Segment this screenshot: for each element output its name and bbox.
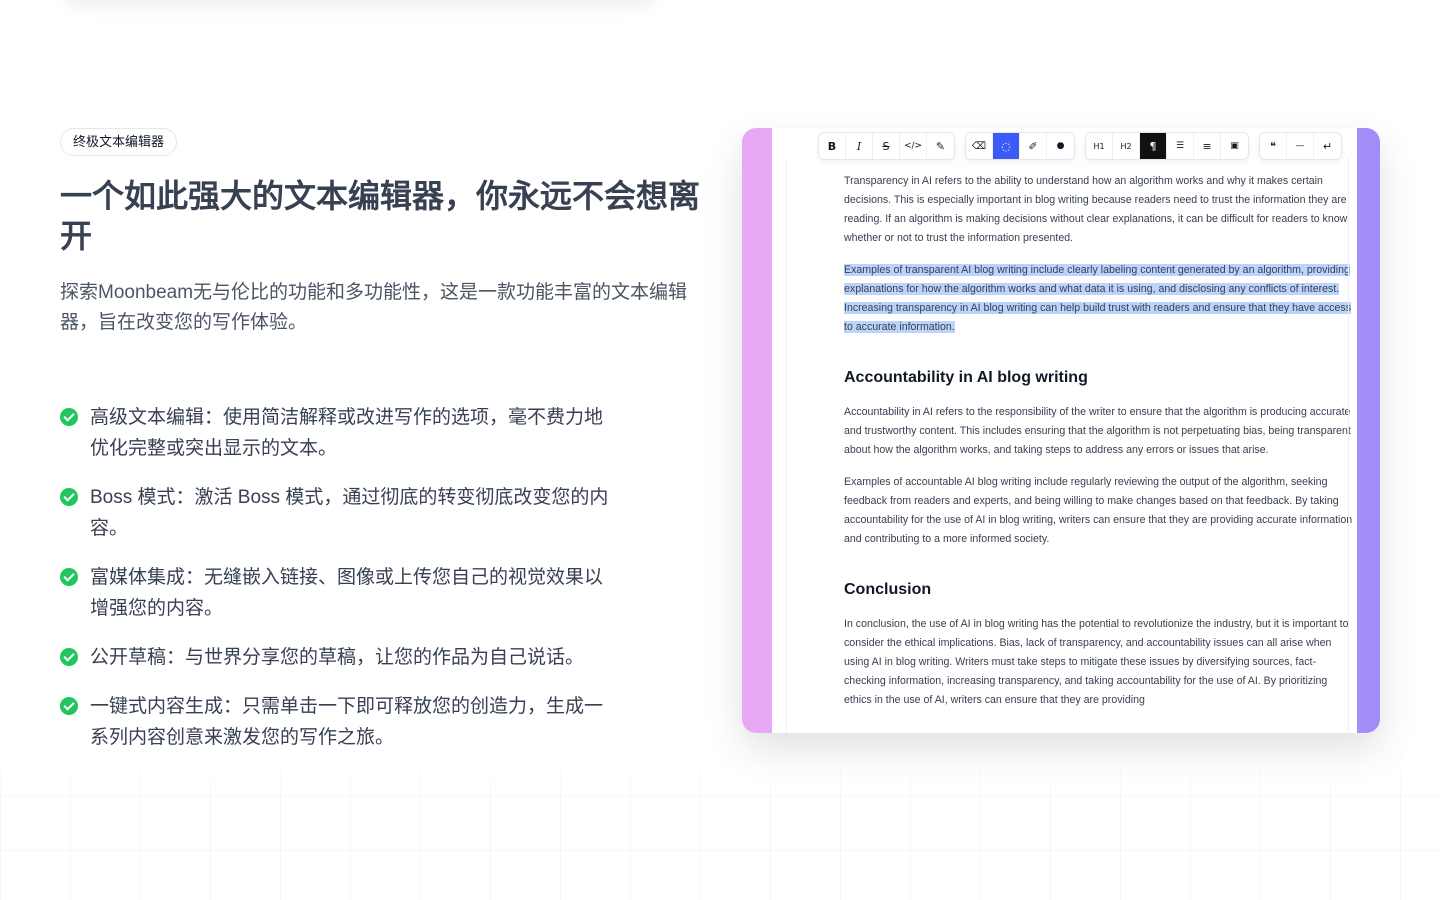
ink-drop-icon[interactable]: ● xyxy=(1047,133,1074,159)
text-selection: Examples of transparent AI blog writing … xyxy=(844,264,1352,333)
feature-list: 高级文本编辑：使用简洁解释或改进写作的选项，毫不费力地优化完整或突出显示的文本。… xyxy=(60,402,620,753)
check-circle-icon xyxy=(60,648,78,666)
horizontal-rule-icon[interactable]: — xyxy=(1287,133,1314,159)
feature-text: Boss 模式：激活 Boss 模式，通过彻底的转变彻底改变您的内容。 xyxy=(90,487,609,539)
feature-item: 高级文本编辑：使用简洁解释或改进写作的选项，毫不费力地优化完整或突出显示的文本。 xyxy=(60,402,620,464)
italic-icon[interactable]: I xyxy=(846,133,873,159)
editor-heading: Accountability in AI blog writing xyxy=(844,369,1088,386)
editor-heading: Conclusion xyxy=(844,581,932,598)
editor-document[interactable]: B I S </> ✎ ⌫ ◌ ✐ ● H1 H2 ¶ ☰ ≡ ▣ ❝ — ↵ … xyxy=(772,128,1357,733)
toolbar-group-insert: ❝ — ↵ xyxy=(1259,132,1342,160)
check-circle-icon xyxy=(60,568,78,586)
heading2-icon[interactable]: H2 xyxy=(1113,133,1140,159)
wrap-text-icon[interactable]: ↵ xyxy=(1314,133,1341,159)
feature-text: 高级文本编辑：使用简洁解释或改进写作的选项，毫不费力地优化完整或突出显示的文本。 xyxy=(90,407,604,459)
strikethrough-icon[interactable]: S xyxy=(873,133,900,159)
highlight-pen-icon[interactable]: ✎ xyxy=(927,133,954,159)
text-color-icon[interactable]: ◌ xyxy=(993,133,1020,159)
feature-item: 公开草稿：与世界分享您的草稿，让您的作品为自己说话。 xyxy=(60,642,620,673)
feature-item: 富媒体集成：无缝嵌入链接、图像或上传您自己的视觉效果以增强您的内容。 xyxy=(60,562,620,624)
heading1-icon[interactable]: H1 xyxy=(1086,133,1113,159)
bold-icon[interactable]: B xyxy=(819,133,846,159)
editor-paragraph: In conclusion, the use of AI in blog wri… xyxy=(844,618,1349,706)
code-block-icon[interactable]: ▣ xyxy=(1221,133,1248,159)
selected-paragraph: Examples of transparent AI blog writing … xyxy=(844,261,1354,337)
feature-section: 终极文本编辑器 一个如此强大的文本编辑器，你永远不会想离开 探索Moonbeam… xyxy=(60,128,710,771)
toolbar-group-format: B I S </> ✎ xyxy=(818,132,955,160)
code-icon[interactable]: </> xyxy=(900,133,927,159)
editor-preview: B I S </> ✎ ⌫ ◌ ✐ ● H1 H2 ¶ ☰ ≡ ▣ ❝ — ↵ … xyxy=(742,128,1380,733)
feature-text: 富媒体集成：无缝嵌入链接、图像或上传您自己的视觉效果以增强您的内容。 xyxy=(90,567,604,619)
pen-icon[interactable]: ✐ xyxy=(1020,133,1047,159)
editor-toolbar: B I S </> ✎ ⌫ ◌ ✐ ● H1 H2 ¶ ☰ ≡ ▣ ❝ — ↵ xyxy=(818,132,1342,160)
paragraph-icon[interactable]: ¶ xyxy=(1140,133,1167,159)
editor-content[interactable]: Transparency in AI refers to the ability… xyxy=(844,172,1354,723)
feature-item: 一键式内容生成：只需单击一下即可释放您的创造力，生成一系列内容创意来激发您的写作… xyxy=(60,691,620,753)
editor-paragraph: Accountability in AI refers to the respo… xyxy=(844,406,1351,456)
bullet-list-icon[interactable]: ☰ xyxy=(1167,133,1194,159)
feature-item: Boss 模式：激活 Boss 模式，通过彻底的转变彻底改变您的内容。 xyxy=(60,482,620,544)
editor-paragraph: Examples of accountable AI blog writing … xyxy=(844,476,1353,545)
blockquote-icon[interactable]: ❝ xyxy=(1260,133,1287,159)
check-circle-icon xyxy=(60,488,78,506)
feature-text: 一键式内容生成：只需单击一下即可释放您的创造力，生成一系列内容创意来激发您的写作… xyxy=(90,696,604,748)
toolbar-group-color: ⌫ ◌ ✐ ● xyxy=(965,132,1075,160)
ordered-list-icon[interactable]: ≡ xyxy=(1194,133,1221,159)
check-circle-icon xyxy=(60,697,78,715)
clear-format-icon[interactable]: ⌫ xyxy=(966,133,993,159)
editor-paragraph: Transparency in AI refers to the ability… xyxy=(844,175,1348,244)
check-circle-icon xyxy=(60,408,78,426)
headline: 一个如此强大的文本编辑器，你永远不会想离开 xyxy=(60,178,701,254)
subtitle: 探索Moonbeam无与伦比的功能和多功能性，这是一款功能丰富的文本编辑器，旨在… xyxy=(60,282,688,333)
feature-text: 公开草稿：与世界分享您的草稿，让您的作品为自己说话。 xyxy=(90,647,585,668)
toolbar-group-block: H1 H2 ¶ ☰ ≡ ▣ xyxy=(1085,132,1249,160)
section-badge: 终极文本编辑器 xyxy=(60,128,178,156)
